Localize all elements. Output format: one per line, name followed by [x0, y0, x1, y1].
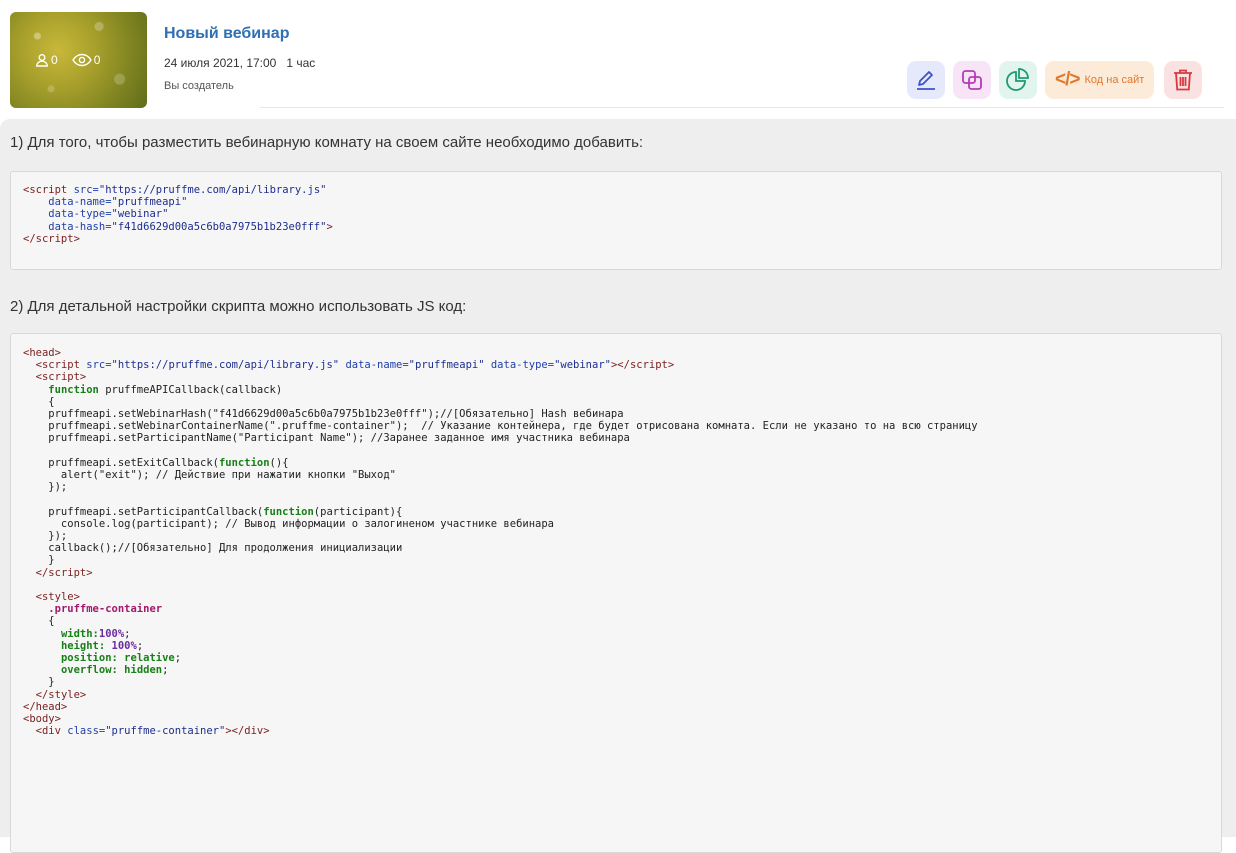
code-line-set-hash: pruffmeapi.setWebinarHash("f41d6629d00a5…: [23, 408, 624, 421]
webinar-thumbnail[interactable]: 0 0: [10, 12, 147, 108]
webinar-creator: Вы создатель: [164, 80, 234, 92]
webinar-date: 24 июля 2021, 17:00: [164, 56, 277, 70]
code-line-alert: alert("exit"); // Действие при нажатии к…: [23, 469, 396, 482]
webinar-actions: </> Код на сайт: [907, 61, 1203, 99]
statistics-button[interactable]: [999, 61, 1037, 99]
step-1-text: 1) Для того, чтобы разместить вебинарную…: [10, 134, 644, 151]
code-line-callback: callback();//[Обязательно] Для продолжен…: [23, 542, 403, 555]
embed-code-button[interactable]: </> Код на сайт: [1045, 61, 1155, 99]
advanced-js-code[interactable]: <head> <script src="https://pruffme.com/…: [10, 333, 1222, 853]
webinar-meta: 24 июля 2021, 17:00 1 час: [164, 56, 315, 70]
pencil-icon: [917, 71, 935, 90]
views-stat: 0: [71, 53, 101, 67]
trash-icon: [1174, 69, 1193, 91]
pie-chart-icon: [1006, 68, 1029, 91]
copy-icon: [962, 70, 982, 90]
eye-icon: [71, 53, 92, 67]
thumbnail-stats: 0 0: [35, 53, 114, 67]
views-count: 0: [93, 53, 101, 67]
webinar-duration: 1 час: [286, 56, 316, 70]
code-line-set-container: pruffmeapi.setWebinarContainerName(".pru…: [23, 420, 978, 433]
delete-button[interactable]: [1164, 61, 1203, 99]
header-divider: [260, 107, 1224, 108]
participants-stat: 0: [35, 53, 58, 67]
step-2-text: 2) Для детальной настройки скрипта можно…: [10, 298, 467, 315]
user-icon: [36, 54, 48, 67]
code-icon: </>: [1055, 69, 1081, 90]
edit-button[interactable]: [907, 61, 945, 99]
embed-instructions-panel: 1) Для того, чтобы разместить вебинарную…: [0, 119, 1236, 853]
code-line-console: console.log(participant); // Вывод инфор…: [23, 517, 555, 530]
embed-snippet-code[interactable]: <script src="https://pruffme.com/api/lib…: [10, 171, 1222, 270]
webinar-header: 0 0 Новый вебинар 24 июля 2021, 17:00 1 ч…: [0, 0, 1236, 118]
code-line-set-name: pruffmeapi.setParticipantName("Participa…: [23, 432, 630, 445]
webinar-title[interactable]: Новый вебинар: [164, 25, 289, 43]
participants-count: 0: [51, 53, 58, 67]
embed-code-label: Код на сайт: [1084, 74, 1145, 86]
copy-button[interactable]: [953, 61, 991, 99]
